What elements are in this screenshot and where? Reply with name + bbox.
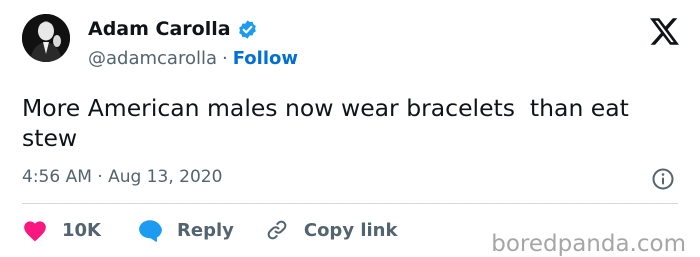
x-logo-icon[interactable] — [650, 18, 679, 45]
verified-badge-icon — [237, 19, 258, 40]
heart-icon — [22, 218, 48, 242]
copy-link-label: Copy link — [303, 219, 398, 241]
like-button[interactable]: 10K — [22, 218, 101, 242]
handle-row: @adamcarolla · Follow — [88, 46, 298, 70]
copy-link-button[interactable]: Copy link — [264, 218, 398, 242]
tweet-card: Adam Carolla @adamcarolla · Follow More … — [0, 0, 700, 257]
link-icon — [264, 218, 290, 242]
follow-button[interactable]: Follow — [233, 48, 298, 69]
display-name[interactable]: Adam Carolla — [88, 18, 231, 40]
tweet-text: More American males now wear bracelets t… — [22, 94, 637, 152]
divider — [22, 203, 678, 204]
avatar-portrait-icon — [22, 14, 70, 62]
reply-button[interactable]: Reply — [137, 218, 234, 242]
tweet-timestamp[interactable]: 4:56 AM · Aug 13, 2020 — [22, 167, 222, 187]
info-icon[interactable] — [651, 167, 675, 191]
user-handle[interactable]: @adamcarolla — [88, 48, 217, 69]
like-count: 10K — [62, 219, 101, 241]
name-row: Adam Carolla — [88, 17, 298, 41]
avatar[interactable] — [22, 14, 70, 62]
reply-label: Reply — [177, 219, 234, 241]
author-header: Adam Carolla @adamcarolla · Follow — [88, 17, 298, 70]
site-watermark: boredpanda.com — [491, 231, 686, 257]
separator-dot: · — [222, 47, 228, 69]
speech-bubble-icon — [137, 218, 163, 242]
action-bar: 10K Reply Copy link — [22, 216, 397, 244]
